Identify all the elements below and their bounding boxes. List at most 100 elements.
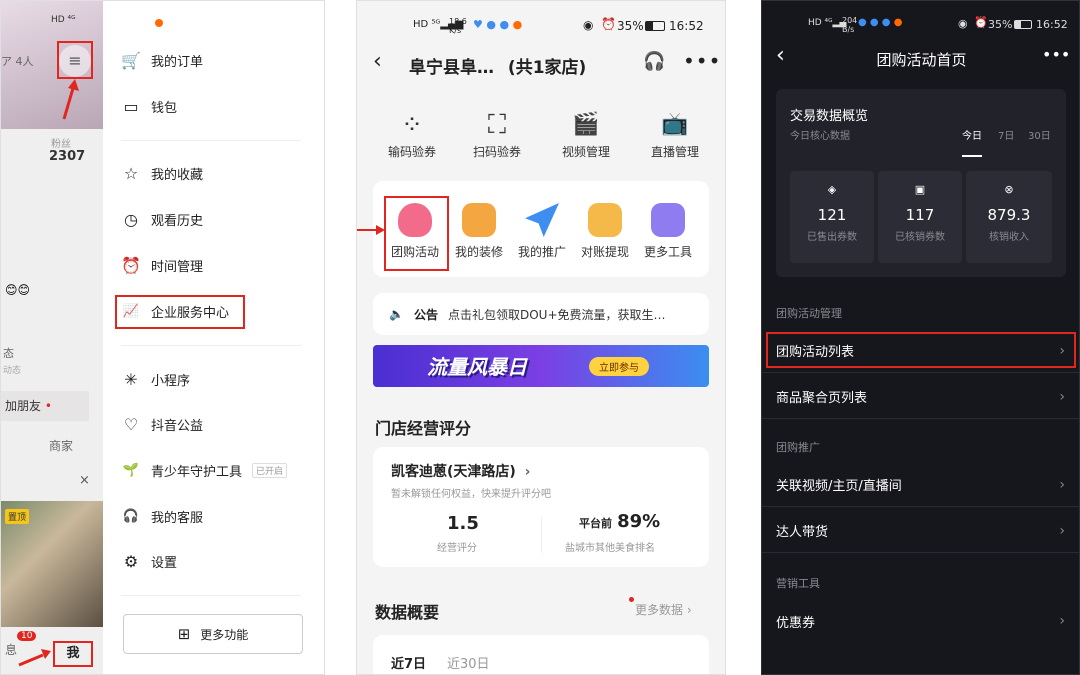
clock-time: 16:52 bbox=[1036, 18, 1068, 31]
page-title: 阜宁县阜… (共1家店) bbox=[409, 53, 586, 78]
more-icon[interactable]: ••• bbox=[1042, 45, 1070, 64]
signal-icon: HD ⁴ᴳ▂▄ bbox=[808, 18, 847, 28]
sprout-icon: 🌱 bbox=[122, 463, 140, 478]
data-card: 近7日 近30日 bbox=[373, 635, 709, 674]
tool-promotion[interactable]: 我的推广 bbox=[509, 203, 575, 260]
add-friend-label: 加朋友 bbox=[5, 399, 42, 413]
store-name-link[interactable]: 凯客迪蒽(天津路店) › bbox=[391, 461, 530, 481]
red-arrow-right bbox=[18, 649, 51, 667]
menu-favorites[interactable]: ☆ 我的收藏 bbox=[121, 164, 203, 183]
battery-icon bbox=[1014, 20, 1032, 29]
tool-code-verify[interactable]: ⁘ 输码验券 bbox=[372, 107, 452, 160]
more-features-button[interactable]: ⊞ 更多功能 bbox=[123, 614, 303, 654]
pinned-badge: 置顶 bbox=[5, 509, 30, 524]
tab-7day[interactable]: 7日 bbox=[998, 127, 1014, 142]
pinned-video-thumb[interactable]: 置顶 bbox=[1, 501, 103, 627]
fans-value: 2307 bbox=[49, 149, 86, 164]
stat-label: 已售出券数 bbox=[807, 232, 857, 243]
menu-label: 青少年守护工具 bbox=[151, 465, 243, 480]
menu-time-manage[interactable]: ⏰ 时间管理 bbox=[121, 256, 203, 275]
menu-label: 时间管理 bbox=[151, 260, 204, 275]
promote-icon bbox=[525, 203, 559, 237]
verified-icon: ▣ bbox=[914, 183, 926, 196]
menu-mini-program[interactable]: ✳ 小程序 bbox=[121, 370, 190, 389]
tool-withdraw[interactable]: 对账提现 bbox=[572, 203, 638, 260]
tab-7days[interactable]: 近7日 bbox=[391, 653, 426, 672]
withdraw-icon bbox=[588, 203, 622, 237]
stat-value: 121 bbox=[817, 206, 847, 224]
menu-settings[interactable]: ⚙ 设置 bbox=[121, 552, 177, 571]
add-friend-button[interactable]: 加朋友 • bbox=[1, 391, 89, 421]
row-label: 优惠券 bbox=[776, 615, 816, 631]
merchant-tab[interactable]: 商家 bbox=[49, 437, 73, 454]
youth-badge: 已开启 bbox=[252, 463, 288, 478]
menu-wallet[interactable]: ▭ 钱包 bbox=[121, 97, 177, 116]
tool-video-manage[interactable]: 🎬 视频管理 bbox=[546, 107, 626, 160]
video-icon: 🎬 bbox=[572, 112, 600, 137]
alarm-icon: ⏰ bbox=[121, 256, 141, 275]
row-talent[interactable]: 达人带货 › bbox=[762, 509, 1079, 553]
fans-label: 粉丝 bbox=[51, 139, 71, 150]
scan-icon: ⛶ bbox=[487, 110, 507, 140]
tab-today[interactable]: 今日 bbox=[962, 127, 982, 142]
chevron-right-icon: › bbox=[686, 603, 692, 617]
stat-value: 117 bbox=[905, 206, 935, 224]
stat-income: ⊗ 879.3 核销收入 bbox=[966, 171, 1052, 263]
store-tip: 暂未解锁任何权益，快来提升评分吧 bbox=[391, 489, 551, 500]
more-data-link[interactable]: 更多数据 › bbox=[629, 597, 692, 618]
menu-youth[interactable]: 🌱 青少年守护工具 已开启 bbox=[121, 461, 288, 480]
store-count: (共1家店) bbox=[507, 58, 587, 78]
banner-text: 流量风暴日 bbox=[427, 355, 527, 379]
more-icon[interactable]: ••• bbox=[683, 49, 721, 73]
more-features-label: 更多功能 bbox=[200, 627, 249, 642]
tool-more[interactable]: 更多工具 bbox=[635, 203, 701, 260]
overview-card: 交易数据概览 今日核心数据 今日 7日 30日 ◈ 121 已售出券数 ▣ 11… bbox=[776, 89, 1066, 277]
highlight-group-buy-list bbox=[766, 332, 1076, 368]
cart-icon: 🛒 bbox=[121, 51, 141, 70]
headset-icon[interactable]: 🎧 bbox=[643, 51, 665, 72]
tool-live-manage[interactable]: 📺 直播管理 bbox=[635, 107, 715, 160]
income-icon: ⊗ bbox=[1004, 183, 1014, 196]
menu-label: 我的客服 bbox=[151, 511, 204, 526]
tool-label: 扫码验券 bbox=[472, 145, 521, 159]
rank-label: 盐城市其他美食排名 bbox=[565, 543, 655, 554]
row-link-video[interactable]: 关联视频/主页/直播间 › bbox=[762, 463, 1079, 507]
row-goods-list[interactable]: 商品聚合页列表 › bbox=[762, 375, 1079, 419]
notice-bar[interactable]: 🔈 公告 点击礼包领取DOU+免费流量，获取生… bbox=[373, 293, 709, 335]
section-manage: 团购活动管理 bbox=[776, 307, 842, 320]
section-score-title: 门店经营评分 bbox=[375, 419, 472, 438]
page-title: 团购活动首页 bbox=[876, 51, 967, 69]
close-icon[interactable]: × bbox=[79, 473, 90, 488]
row-label: 商品聚合页列表 bbox=[776, 391, 868, 406]
tool-label: 我的装修 bbox=[454, 245, 503, 259]
tab-30days[interactable]: 近30日 bbox=[447, 653, 490, 672]
eye-icon: ◉ bbox=[583, 18, 594, 32]
msg-tab[interactable]: 10 息 bbox=[5, 631, 37, 658]
app-icons: ● ● ● ● bbox=[858, 17, 903, 28]
menu-history[interactable]: ◷ 观看历史 bbox=[121, 210, 203, 229]
phone-group-buy-home: HD ⁴ᴳ▂▄ 204 B/s ● ● ● ● ◉ ⏰ 35% 16:52 ‹ … bbox=[761, 0, 1080, 675]
menu-charity[interactable]: ♡ 抖音公益 bbox=[121, 415, 203, 434]
row-coupon[interactable]: 优惠券 › bbox=[762, 599, 1079, 643]
banner-join-button[interactable]: 立即参与 bbox=[589, 357, 649, 376]
tool-decoration[interactable]: 我的装修 bbox=[446, 203, 512, 260]
grid-icon: ⊞ bbox=[177, 625, 191, 643]
tool-label: 我的推广 bbox=[517, 245, 566, 259]
chevron-right-icon: › bbox=[1059, 476, 1065, 493]
menu-orders[interactable]: 🛒 我的订单 bbox=[121, 51, 203, 70]
back-icon[interactable]: ‹ bbox=[373, 49, 382, 74]
me-tab[interactable]: 我 bbox=[53, 641, 93, 667]
menu-service[interactable]: 🎧 我的客服 bbox=[121, 507, 203, 526]
app-icons: ♥ ● ● ● bbox=[473, 18, 523, 31]
profile-background: HD ⁴ᴳ ア 4人 ≡ 粉丝 2307 😊😊 态 动态 加朋友 • 商家 × … bbox=[1, 1, 103, 674]
clock-time: 16:52 bbox=[669, 19, 704, 33]
gear-icon: ⚙ bbox=[123, 552, 139, 571]
more-tools-icon bbox=[651, 203, 685, 237]
promo-banner[interactable]: 流量风暴日 立即参与 bbox=[373, 345, 709, 387]
tab-30day[interactable]: 30日 bbox=[1028, 127, 1051, 142]
tool-label: 直播管理 bbox=[650, 145, 699, 159]
tool-scan-verify[interactable]: ⛶ 扫码验券 bbox=[457, 107, 537, 160]
charity-icon: ♡ bbox=[123, 415, 139, 434]
highlight-enterprise bbox=[115, 295, 245, 329]
battery-text: 35% bbox=[988, 18, 1013, 31]
